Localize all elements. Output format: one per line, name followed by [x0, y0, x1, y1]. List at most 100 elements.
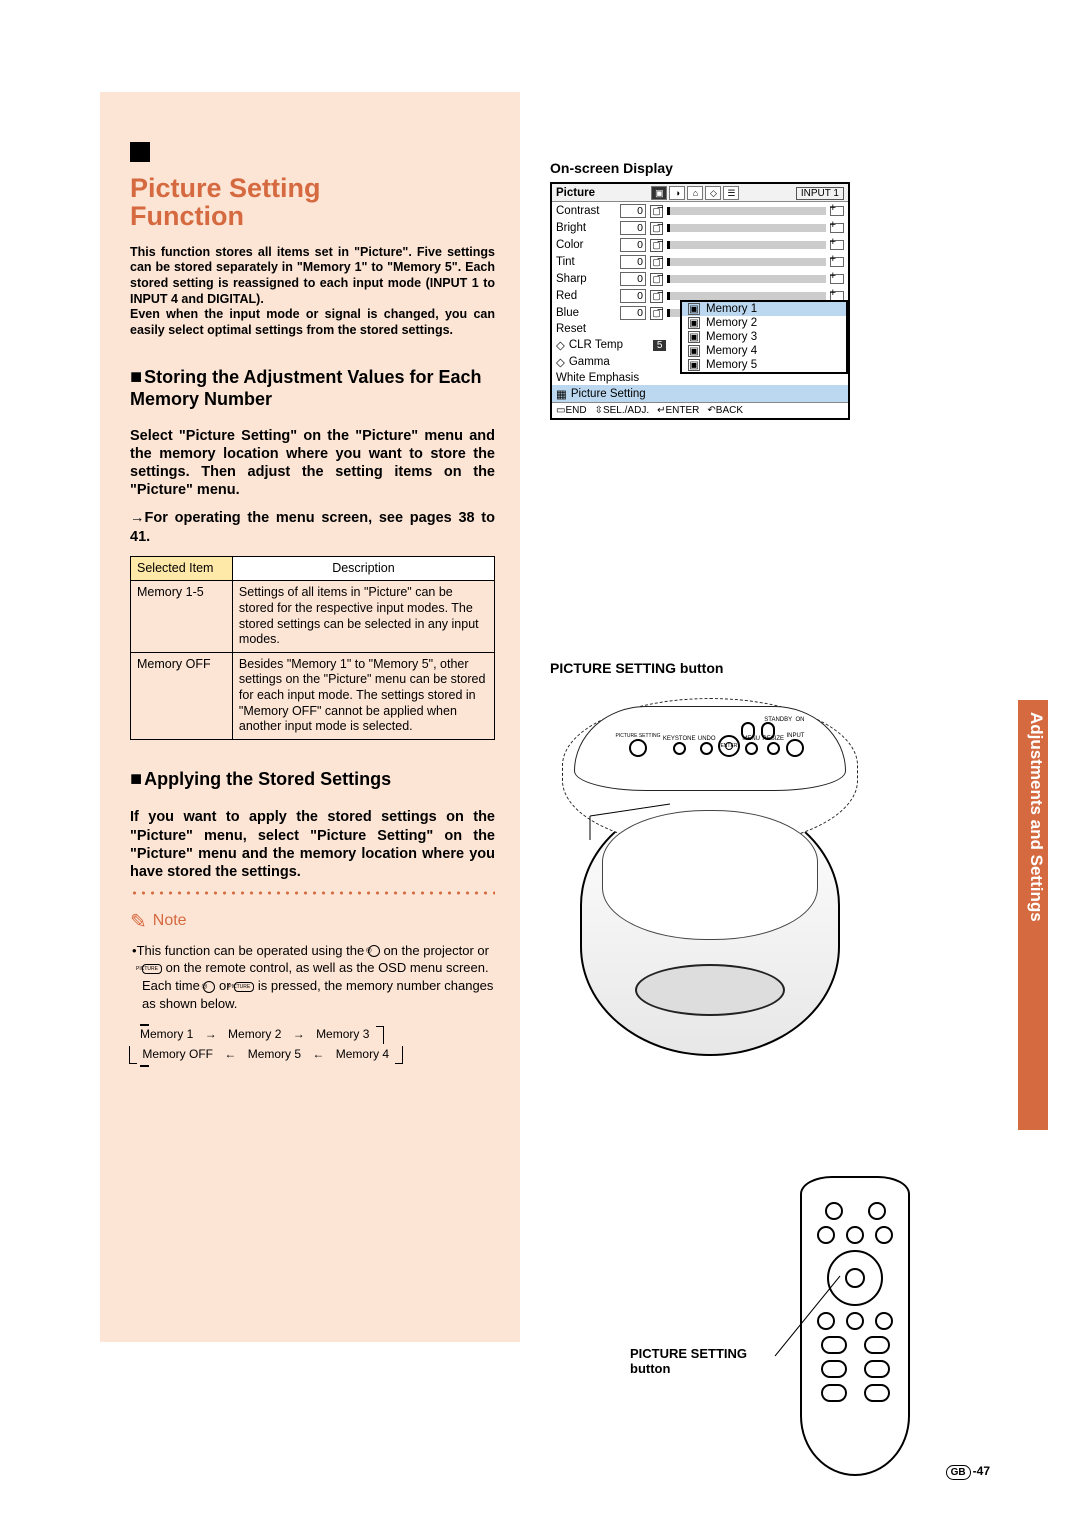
osd-foot-back: ↶BACK [707, 405, 743, 416]
osd-mem-opt2: ▣ Memory 2 [682, 316, 846, 330]
section-mark-icon [130, 142, 150, 162]
button-icon: PICTURE [142, 964, 162, 974]
osd-item-label: Contrast [556, 205, 616, 217]
osd-item-value: 0 [620, 306, 646, 320]
check-icon: ▣ [688, 317, 700, 329]
osd-foot-label: BACK [716, 405, 743, 416]
button-icon: ◎ [203, 981, 215, 993]
osd-label: On-screen Display [550, 160, 950, 176]
check-icon: ▣ [688, 331, 700, 343]
memory-table: Selected Item Description Memory 1-5 Set… [130, 556, 495, 740]
osd-row-contrast: Contrast0▢ [552, 202, 848, 219]
storing-body: Select "Picture Setting" on the "Picture… [130, 427, 495, 500]
panel-btn-label: KEYSTONE [663, 736, 696, 742]
osd-clr-label: CLR Temp [569, 339, 649, 351]
heading-storing-text: Storing the Adjustment Values for Each M… [130, 367, 481, 408]
page-prefix: GB [946, 1465, 971, 1480]
slider-bar [667, 292, 826, 300]
osd-gamma-label: Gamma [569, 356, 629, 368]
osd-item-value: 0 [620, 238, 646, 252]
button-round-icon [629, 739, 647, 757]
note-body: •This function can be operated using the… [130, 942, 495, 1012]
osd-row-color: Color0▢ [552, 236, 848, 253]
osd-item-value: 0 [620, 272, 646, 286]
osd-item-label: Tint [556, 256, 616, 268]
note-seg2: on the projector or [383, 943, 489, 958]
cycle-mem4: Memory 4 [336, 1047, 389, 1061]
intro-text: This function stores all items set in "P… [130, 245, 495, 339]
slider-bar [667, 258, 826, 266]
osd-row-bright: Bright0▢ [552, 219, 848, 236]
note-icon: ✎ [130, 909, 147, 934]
tab-icon: ◇ [705, 186, 721, 200]
applying-body: If you want to apply the stored settings… [130, 808, 495, 881]
panel-btn-input: INPUT [786, 733, 804, 759]
page-num: -47 [973, 1464, 990, 1478]
cycle-mem5: Memory 5 [248, 1047, 301, 1061]
cycle-mem2: Memory 2 [228, 1027, 281, 1041]
tab-icon: ☰ [723, 186, 739, 200]
osd-item-label: Sharp [556, 273, 616, 285]
panel-btn-psetting: PICTURE SETTING [616, 733, 661, 759]
dotline-divider [130, 891, 495, 895]
diamond-icon: ◇ [556, 355, 565, 369]
bracket-right-icon [395, 1046, 403, 1064]
panel-on-label: ON [796, 717, 805, 723]
leader-lines [550, 796, 950, 1496]
button-icon: PICTURE [234, 982, 254, 992]
square-bullet-icon: ■ [130, 366, 142, 388]
osd-foot-label: ENTER [666, 405, 700, 416]
td-mem15-label: Memory 1-5 [131, 581, 233, 653]
button-icon: ◎ [368, 945, 380, 957]
square-bullet-icon: ■ [130, 768, 142, 790]
projector-figure: STANDBY ON PICTURE SETTING KEYSTONE UNDO… [550, 796, 870, 1316]
osd-mem-label: Memory 5 [706, 359, 757, 371]
on-button-icon [761, 722, 775, 740]
diamond-icon: ◇ [556, 338, 565, 352]
osd-foot-label: SEL./ADJ. [603, 405, 649, 416]
main-title: Picture Setting Function [130, 174, 495, 231]
osd-title: Picture [556, 187, 595, 199]
left-column: Picture Setting Function This function s… [100, 92, 520, 1342]
note-seg1: This function can be operated using the [137, 943, 368, 958]
panel-zoom: STANDBY ON PICTURE SETTING KEYSTONE UNDO… [574, 706, 846, 791]
title-line2: Function [130, 201, 244, 231]
heading-applying: ■Applying the Stored Settings [130, 768, 495, 790]
cycle-mem3: Memory 3 [316, 1027, 369, 1041]
osd-item-value: 0 [620, 255, 646, 269]
tab-icon: ▣ [651, 186, 667, 200]
osd-mem-label: Memory 2 [706, 317, 757, 329]
osd-row-psetting: ▦Picture Setting [552, 385, 848, 402]
osd-footer: ▭END ⇳SEL./ADJ. ↵ENTER ↶BACK [552, 402, 848, 418]
standby-button-icon [741, 722, 755, 740]
bracket-left-icon [129, 1046, 137, 1064]
tab-icon: ◑ [669, 186, 685, 200]
osd-row-tint: Tint0▢ [552, 253, 848, 270]
button-round-icon [673, 742, 686, 755]
osd-item-label: Blue [556, 307, 616, 319]
osd-mem-label: Memory 4 [706, 345, 757, 357]
osd-item-label: Bright [556, 222, 616, 234]
storing-ref: →For operating the menu screen, see page… [130, 509, 495, 545]
cycle-memoff: Memory OFF [142, 1047, 213, 1061]
osd-header: Picture ▣ ◑ ⌂ ◇ ☰ INPUT 1 [552, 184, 848, 202]
slider-bar [667, 241, 826, 249]
tab-icon: ⌂ [687, 186, 703, 200]
osd-psetting-label: Picture Setting [571, 388, 646, 400]
button-round-icon [745, 742, 758, 755]
button-round-icon [767, 742, 780, 755]
right-column: On-screen Display Picture ▣ ◑ ⌂ ◇ ☰ INPU… [550, 160, 950, 1316]
check-icon: ▣ [688, 303, 700, 315]
osd-reset-label: Reset [556, 323, 616, 335]
check-icon: ▣ [688, 345, 700, 357]
td-memoff-desc: Besides "Memory 1" to "Memory 5", other … [232, 652, 494, 739]
panel-buttons-row: PICTURE SETTING KEYSTONE UNDO ENTER MENU… [616, 733, 805, 759]
note-label: Note [153, 912, 187, 930]
osd-tab-icons: ▣ ◑ ⌂ ◇ ☰ [651, 186, 739, 200]
page-number: GB-47 [946, 1464, 990, 1480]
slider-bar [667, 275, 826, 283]
osd-foot-end: ▭END [556, 405, 587, 416]
panel-dpad: ENTER [718, 735, 740, 757]
osd-mem-opt5: ▣Memory 5 [682, 358, 846, 372]
page: Adjustments and Settings Picture Setting… [0, 0, 1080, 1528]
